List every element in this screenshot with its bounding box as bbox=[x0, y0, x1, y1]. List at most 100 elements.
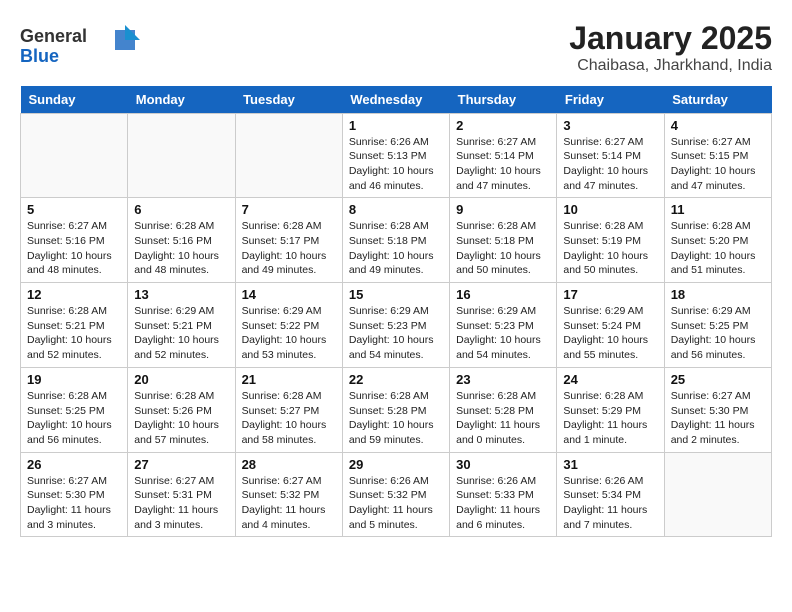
day-info: Sunrise: 6:29 AM Sunset: 5:21 PM Dayligh… bbox=[134, 304, 228, 363]
day-info: Sunrise: 6:29 AM Sunset: 5:24 PM Dayligh… bbox=[563, 304, 657, 363]
day-cell: 5Sunrise: 6:27 AM Sunset: 5:16 PM Daylig… bbox=[21, 198, 128, 283]
week-row-3: 12 Sunrise: 6:28 AM Sunset: 5:21 PM Dayli… bbox=[21, 283, 772, 368]
day-info: Sunrise: 6:28 AM Sunset: 5:18 PM Dayligh… bbox=[456, 219, 550, 278]
day-cell: 3 Sunrise: 6:27 AM Sunset: 5:14 PM Daylig… bbox=[557, 113, 664, 198]
day-cell: 18Sunrise: 6:29 AM Sunset: 5:25 PM Dayli… bbox=[664, 283, 771, 368]
day-number: 31 bbox=[563, 457, 657, 472]
day-info: Sunrise: 6:27 AM Sunset: 5:32 PM Dayligh… bbox=[242, 474, 336, 533]
day-number: 11 bbox=[671, 202, 765, 217]
day-cell: 6 Sunrise: 6:28 AM Sunset: 5:16 PM Daylig… bbox=[128, 198, 235, 283]
day-number: 27 bbox=[134, 457, 228, 472]
day-info: Sunrise: 6:27 AM Sunset: 5:15 PM Dayligh… bbox=[671, 135, 765, 194]
weekday-header-monday: Monday bbox=[128, 86, 235, 114]
day-info: Sunrise: 6:28 AM Sunset: 5:25 PM Dayligh… bbox=[27, 389, 121, 448]
day-cell: 16 Sunrise: 6:29 AM Sunset: 5:23 PM Dayli… bbox=[450, 283, 557, 368]
day-number: 2 bbox=[456, 118, 550, 133]
day-number: 16 bbox=[456, 287, 550, 302]
day-number: 19 bbox=[27, 372, 121, 387]
weekday-header-tuesday: Tuesday bbox=[235, 86, 342, 114]
svg-text:Blue: Blue bbox=[20, 46, 59, 66]
day-cell: 30 Sunrise: 6:26 AM Sunset: 5:33 PM Dayli… bbox=[450, 452, 557, 537]
day-number: 18 bbox=[671, 287, 765, 302]
day-info: Sunrise: 6:28 AM Sunset: 5:21 PM Dayligh… bbox=[27, 304, 121, 363]
weekday-header-thursday: Thursday bbox=[450, 86, 557, 114]
day-info: Sunrise: 6:28 AM Sunset: 5:20 PM Dayligh… bbox=[671, 219, 765, 278]
day-number: 24 bbox=[563, 372, 657, 387]
day-info: Sunrise: 6:26 AM Sunset: 5:13 PM Dayligh… bbox=[349, 135, 443, 194]
svg-text:General: General bbox=[20, 26, 87, 46]
day-cell: 9Sunrise: 6:28 AM Sunset: 5:18 PM Daylig… bbox=[450, 198, 557, 283]
day-cell: 13 Sunrise: 6:29 AM Sunset: 5:21 PM Dayli… bbox=[128, 283, 235, 368]
day-number: 14 bbox=[242, 287, 336, 302]
day-info: Sunrise: 6:28 AM Sunset: 5:18 PM Dayligh… bbox=[349, 219, 443, 278]
day-cell bbox=[664, 452, 771, 537]
day-number: 7 bbox=[242, 202, 336, 217]
day-number: 21 bbox=[242, 372, 336, 387]
day-info: Sunrise: 6:29 AM Sunset: 5:23 PM Dayligh… bbox=[456, 304, 550, 363]
calendar-title: January 2025 bbox=[569, 20, 772, 57]
day-cell: 11 Sunrise: 6:28 AM Sunset: 5:20 PM Dayli… bbox=[664, 198, 771, 283]
day-info: Sunrise: 6:29 AM Sunset: 5:22 PM Dayligh… bbox=[242, 304, 336, 363]
calendar-table: SundayMondayTuesdayWednesdayThursdayFrid… bbox=[20, 86, 772, 538]
day-cell: 29 Sunrise: 6:26 AM Sunset: 5:32 PM Dayli… bbox=[342, 452, 449, 537]
day-info: Sunrise: 6:27 AM Sunset: 5:14 PM Dayligh… bbox=[563, 135, 657, 194]
day-cell: 27 Sunrise: 6:27 AM Sunset: 5:31 PM Dayli… bbox=[128, 452, 235, 537]
day-info: Sunrise: 6:28 AM Sunset: 5:17 PM Dayligh… bbox=[242, 219, 336, 278]
weekday-header-friday: Friday bbox=[557, 86, 664, 114]
day-info: Sunrise: 6:28 AM Sunset: 5:26 PM Dayligh… bbox=[134, 389, 228, 448]
logo: General Blue bbox=[20, 20, 140, 76]
day-cell: 22Sunrise: 6:28 AM Sunset: 5:28 PM Dayli… bbox=[342, 367, 449, 452]
day-number: 23 bbox=[456, 372, 550, 387]
day-cell: 1 Sunrise: 6:26 AM Sunset: 5:13 PM Daylig… bbox=[342, 113, 449, 198]
day-number: 1 bbox=[349, 118, 443, 133]
day-info: Sunrise: 6:28 AM Sunset: 5:29 PM Dayligh… bbox=[563, 389, 657, 448]
day-cell bbox=[21, 113, 128, 198]
day-cell: 25Sunrise: 6:27 AM Sunset: 5:30 PM Dayli… bbox=[664, 367, 771, 452]
day-cell: 10Sunrise: 6:28 AM Sunset: 5:19 PM Dayli… bbox=[557, 198, 664, 283]
day-info: Sunrise: 6:29 AM Sunset: 5:23 PM Dayligh… bbox=[349, 304, 443, 363]
day-cell: 15 Sunrise: 6:29 AM Sunset: 5:23 PM Dayli… bbox=[342, 283, 449, 368]
day-cell: 17 Sunrise: 6:29 AM Sunset: 5:24 PM Dayli… bbox=[557, 283, 664, 368]
week-row-1: 1 Sunrise: 6:26 AM Sunset: 5:13 PM Daylig… bbox=[21, 113, 772, 198]
day-number: 12 bbox=[27, 287, 121, 302]
day-number: 20 bbox=[134, 372, 228, 387]
weekday-header-sunday: Sunday bbox=[21, 86, 128, 114]
day-number: 15 bbox=[349, 287, 443, 302]
day-info: Sunrise: 6:26 AM Sunset: 5:32 PM Dayligh… bbox=[349, 474, 443, 533]
day-info: Sunrise: 6:28 AM Sunset: 5:27 PM Dayligh… bbox=[242, 389, 336, 448]
day-number: 8 bbox=[349, 202, 443, 217]
day-cell: 4Sunrise: 6:27 AM Sunset: 5:15 PM Daylig… bbox=[664, 113, 771, 198]
day-info: Sunrise: 6:26 AM Sunset: 5:34 PM Dayligh… bbox=[563, 474, 657, 533]
day-number: 6 bbox=[134, 202, 228, 217]
logo-svg: General Blue bbox=[20, 20, 140, 70]
day-cell: 26Sunrise: 6:27 AM Sunset: 5:30 PM Dayli… bbox=[21, 452, 128, 537]
day-number: 13 bbox=[134, 287, 228, 302]
day-cell: 8 Sunrise: 6:28 AM Sunset: 5:18 PM Daylig… bbox=[342, 198, 449, 283]
day-number: 29 bbox=[349, 457, 443, 472]
day-number: 30 bbox=[456, 457, 550, 472]
day-cell: 7 Sunrise: 6:28 AM Sunset: 5:17 PM Daylig… bbox=[235, 198, 342, 283]
day-cell: 24 Sunrise: 6:28 AM Sunset: 5:29 PM Dayli… bbox=[557, 367, 664, 452]
day-info: Sunrise: 6:27 AM Sunset: 5:31 PM Dayligh… bbox=[134, 474, 228, 533]
weekday-header-saturday: Saturday bbox=[664, 86, 771, 114]
day-number: 3 bbox=[563, 118, 657, 133]
day-cell: 23Sunrise: 6:28 AM Sunset: 5:28 PM Dayli… bbox=[450, 367, 557, 452]
day-cell: 2 Sunrise: 6:27 AM Sunset: 5:14 PM Daylig… bbox=[450, 113, 557, 198]
day-cell: 20 Sunrise: 6:28 AM Sunset: 5:26 PM Dayli… bbox=[128, 367, 235, 452]
day-info: Sunrise: 6:27 AM Sunset: 5:14 PM Dayligh… bbox=[456, 135, 550, 194]
day-info: Sunrise: 6:28 AM Sunset: 5:28 PM Dayligh… bbox=[349, 389, 443, 448]
week-row-5: 26Sunrise: 6:27 AM Sunset: 5:30 PM Dayli… bbox=[21, 452, 772, 537]
day-number: 26 bbox=[27, 457, 121, 472]
page-header: General Blue January 2025 Chaibasa, Jhar… bbox=[20, 20, 772, 76]
week-row-4: 19 Sunrise: 6:28 AM Sunset: 5:25 PM Dayli… bbox=[21, 367, 772, 452]
day-number: 28 bbox=[242, 457, 336, 472]
day-number: 17 bbox=[563, 287, 657, 302]
day-info: Sunrise: 6:27 AM Sunset: 5:16 PM Dayligh… bbox=[27, 219, 121, 278]
day-cell: 21 Sunrise: 6:28 AM Sunset: 5:27 PM Dayli… bbox=[235, 367, 342, 452]
calendar-subtitle: Chaibasa, Jharkhand, India bbox=[569, 57, 772, 75]
day-info: Sunrise: 6:26 AM Sunset: 5:33 PM Dayligh… bbox=[456, 474, 550, 533]
day-cell: 14 Sunrise: 6:29 AM Sunset: 5:22 PM Dayli… bbox=[235, 283, 342, 368]
day-info: Sunrise: 6:28 AM Sunset: 5:16 PM Dayligh… bbox=[134, 219, 228, 278]
day-info: Sunrise: 6:28 AM Sunset: 5:19 PM Dayligh… bbox=[563, 219, 657, 278]
week-row-2: 5Sunrise: 6:27 AM Sunset: 5:16 PM Daylig… bbox=[21, 198, 772, 283]
